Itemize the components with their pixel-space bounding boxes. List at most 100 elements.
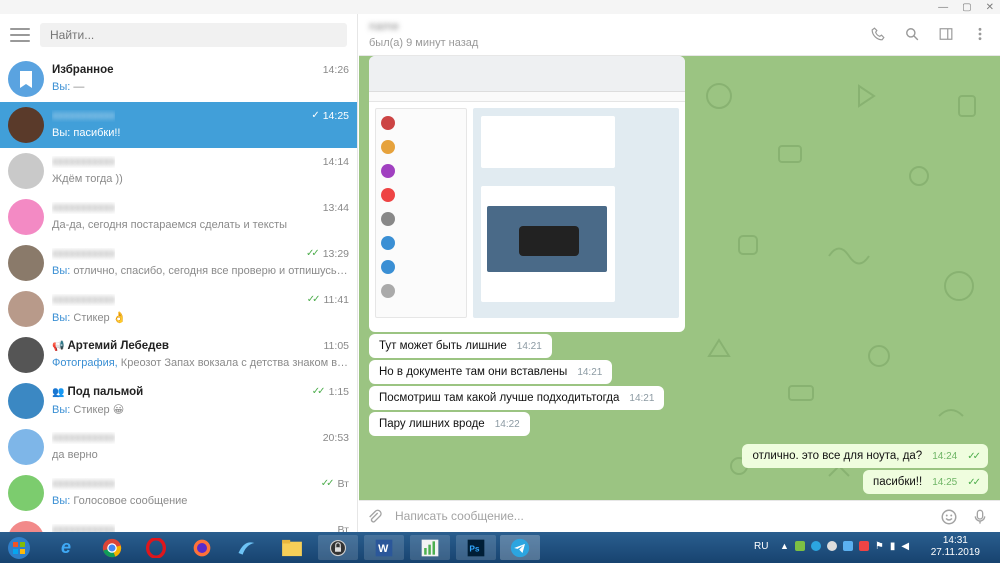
chat-list: Избранное 14:26 Вы: — xxxxxxxxxxx ✓ 14:25… <box>0 56 357 532</box>
chat-list-panel: Избранное 14:26 Вы: — xxxxxxxxxxx ✓14:25… <box>0 14 358 532</box>
peer-name[interactable]: name <box>369 19 399 33</box>
tray-app2-icon[interactable] <box>826 541 837 551</box>
close-icon[interactable]: ✕ <box>986 2 994 13</box>
message-text: Но в документе там они вставлены <box>379 366 568 378</box>
peer-status: был(а) 9 минут назад <box>369 37 479 49</box>
photoshop-icon[interactable]: Ps <box>456 535 496 560</box>
chat-name: xxxxxxxxxxx <box>52 477 116 490</box>
sidebar-toggle-icon[interactable] <box>938 26 954 42</box>
message-time: 14:24 <box>932 451 958 462</box>
chat-list-item[interactable]: xxxxxxxxxxx ✓✓ Вт Вы: Голосовое сообщение <box>0 470 357 516</box>
chat-list-item[interactable]: xxxxxxxxxxx ✓✓ 11:41 Вы: Стикер 👌 <box>0 286 357 332</box>
network-icon[interactable]: ▮ <box>890 541 896 552</box>
message-input[interactable]: Написать сообщение... <box>395 509 524 523</box>
chat-name: xxxxxxxxxxx <box>52 109 116 122</box>
incoming-message[interactable]: Посмотриш там какой лучше подходитьтогда… <box>369 386 665 410</box>
clock-date: 27.11.2019 <box>930 547 980 558</box>
chat-preview-prefix: Вы: <box>52 80 71 93</box>
message-area[interactable]: Тут может быть лишние 14:21 Но в докумен… <box>359 56 1000 500</box>
lock-app-icon[interactable] <box>318 535 358 560</box>
attach-icon[interactable] <box>367 508 383 529</box>
read-receipt-icon: ✓✓ <box>320 478 335 489</box>
chat-list-item[interactable]: xxxxxxxxxxx ✓ 14:25 Вы: пасибки!! <box>0 102 357 148</box>
chat-preview-prefix: Фотография, <box>52 356 118 369</box>
chat-time: ✓✓ 1:15 <box>311 385 349 398</box>
group-icon: 👥 <box>52 386 65 398</box>
tray-app4-icon[interactable] <box>858 541 869 551</box>
chat-name: Избранное <box>52 63 114 76</box>
read-receipt-icon: ✓✓ <box>306 294 321 305</box>
chat-list-item[interactable]: Избранное 14:26 Вы: — <box>0 56 357 102</box>
system-tray: ▲ ⚑ ▮ ◀ <box>780 541 909 552</box>
chat-name: 👥 Под пальмой <box>52 385 144 398</box>
minimize-icon[interactable]: — <box>938 2 948 13</box>
chat-preview: Фотография, Креозот Запах вокзала с детс… <box>52 356 349 369</box>
message-text: Посмотриш там какой лучше подходитьтогда <box>379 392 620 404</box>
telegram-icon[interactable] <box>500 535 540 560</box>
chat-list-item[interactable]: xxxxxxxxxxx 13:44 Да-да, сегодня постара… <box>0 194 357 240</box>
tray-chevron-icon[interactable]: ▲ <box>780 541 789 552</box>
chart-app-icon[interactable] <box>410 535 450 560</box>
microphone-icon[interactable] <box>972 507 988 530</box>
chat-name: 📢 Артемий Лебедев <box>52 339 169 352</box>
tray-telegram-icon[interactable] <box>810 541 821 551</box>
chat-list-item[interactable]: xxxxxxxxxxx Вт <box>0 516 357 532</box>
message-time: 14:21 <box>629 393 655 404</box>
ie-icon[interactable]: e <box>46 535 86 560</box>
tray-flag-icon[interactable]: ⚑ <box>875 541 884 552</box>
emoji-icon[interactable] <box>940 508 958 529</box>
windows-taskbar: e W Ps RU ▲ ⚑ ▮ ◀ 14:31 27.11.2019 <box>0 532 1000 563</box>
chat-time: 13:44 <box>322 201 349 214</box>
tray-app-icon[interactable] <box>794 541 805 551</box>
window-titlebar: — ▢ ✕ <box>0 0 1000 14</box>
chat-time: Вт <box>337 523 349 533</box>
chat-preview-prefix: Вы: <box>52 126 71 139</box>
chat-preview-prefix: Вы: <box>52 403 71 416</box>
conversation-panel: name был(а) 9 минут назад Тут может быть… <box>359 14 1000 532</box>
chat-list-item[interactable]: 👥 Под пальмой ✓✓ 1:15 Вы: Стикер 😀 <box>0 378 357 424</box>
language-indicator[interactable]: RU <box>754 541 768 552</box>
chat-list-item[interactable]: xxxxxxxxxxx ✓✓ 13:29 Вы: отлично, спасибо… <box>0 240 357 286</box>
message-time: 14:21 <box>516 341 542 352</box>
avatar <box>8 475 44 511</box>
file-explorer-icon[interactable] <box>272 535 312 560</box>
avatar <box>8 337 44 373</box>
avatar <box>8 107 44 143</box>
avatar <box>8 199 44 235</box>
chat-time: 11:05 <box>323 339 350 352</box>
menu-icon[interactable] <box>10 28 30 42</box>
channel-icon: 📢 <box>52 340 65 352</box>
chat-list-header <box>0 14 357 56</box>
more-options-icon[interactable] <box>972 26 988 42</box>
opera-icon[interactable] <box>136 535 176 560</box>
volume-icon[interactable]: ◀ <box>901 541 909 552</box>
chat-list-item[interactable]: xxxxxxxxxxx 20:53 да верно <box>0 424 357 470</box>
word-icon[interactable]: W <box>364 535 404 560</box>
chrome-icon[interactable] <box>92 535 132 560</box>
incoming-message[interactable]: Тут может быть лишние 14:21 <box>369 334 552 358</box>
firefox-icon[interactable] <box>182 535 222 560</box>
maximize-icon[interactable]: ▢ <box>962 2 971 13</box>
outgoing-message[interactable]: отлично. это все для ноута, да? 14:24 ✓✓ <box>742 444 988 468</box>
incoming-message[interactable]: Пару лишних вроде 14:22 <box>369 412 530 436</box>
chat-preview: Вы: отлично, спасибо, сегодня все провер… <box>52 264 349 277</box>
outgoing-message[interactable]: пасибки!! 14:25 ✓✓ <box>862 470 988 494</box>
taskbar-clock[interactable]: 14:31 27.11.2019 <box>931 535 980 559</box>
search-icon[interactable] <box>904 26 920 42</box>
incoming-message[interactable]: Но в документе там они вставлены 14:21 <box>369 360 613 384</box>
chat-name: xxxxxxxxxxx <box>52 247 116 260</box>
chat-preview: Вы: пасибки!! <box>52 126 121 139</box>
app-swirl-icon[interactable] <box>226 535 266 560</box>
chat-list-item[interactable]: xxxxxxxxxxx 14:14 Ждём тогда )) <box>0 148 357 194</box>
chat-preview: Ждём тогда )) <box>52 172 123 185</box>
chat-list-item[interactable]: 📢 Артемий Лебедев 11:05 Фотография, Креоз… <box>0 332 357 378</box>
search-input[interactable] <box>40 23 347 47</box>
tray-app3-icon[interactable] <box>842 541 853 551</box>
start-button[interactable] <box>2 535 36 560</box>
phone-icon[interactable] <box>870 26 886 42</box>
screenshot-image[interactable] <box>369 56 685 332</box>
chat-preview-prefix: Вы: <box>52 264 71 277</box>
svg-text:Ps: Ps <box>469 543 480 553</box>
chat-name: xxxxxxxxxxx <box>52 155 116 168</box>
avatar <box>8 291 44 327</box>
